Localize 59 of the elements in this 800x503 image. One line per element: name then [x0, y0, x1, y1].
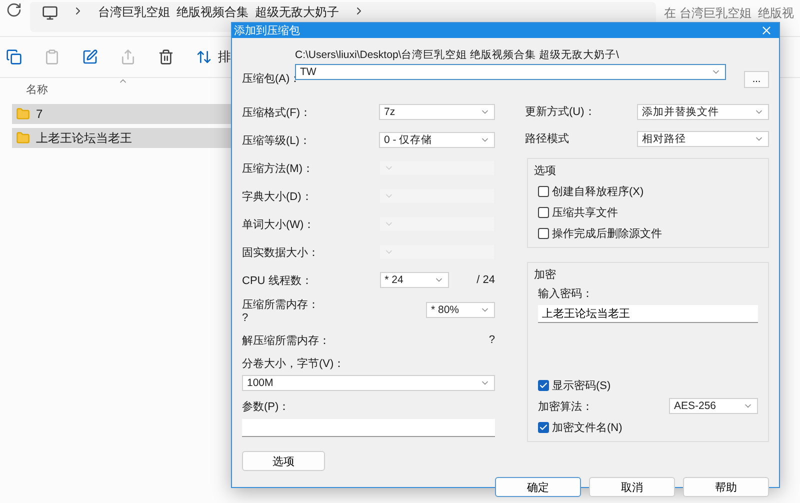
folder-icon — [16, 131, 30, 145]
search-field[interactable]: 在 台湾巨乳空姐 绝版视 — [664, 6, 794, 20]
delete-icon[interactable] — [158, 49, 174, 65]
rename-icon[interactable] — [82, 49, 98, 65]
field-label: 压缩格式(F)： — [242, 106, 312, 120]
column-header[interactable]: 名称 — [26, 82, 48, 96]
memory-value: ? — [488, 334, 495, 346]
parameters-field[interactable] — [242, 419, 495, 437]
dialog-button[interactable]: 确定 — [495, 477, 581, 497]
checkbox[interactable]: 显示密码(S) — [538, 377, 758, 393]
field-label: 字典大小(D)： — [242, 190, 312, 204]
checkbox[interactable]: 操作完成后删除源文件 — [538, 225, 758, 241]
field-label: 压缩方法(M)： — [242, 162, 314, 176]
folder-icon — [16, 107, 30, 121]
sort-icon[interactable] — [196, 49, 212, 65]
field-label: 加密算法： — [538, 400, 593, 414]
address-path: 台湾巨乳空姐 绝版视频合集 超级无敌大奶子 — [98, 5, 340, 19]
browse-button[interactable]: ... — [744, 71, 769, 88]
thread-count: / 24 — [476, 274, 495, 286]
dropdown[interactable]: * 24 — [380, 272, 449, 288]
field-label: 分卷大小，字节(V)： — [242, 356, 346, 371]
group-title: 加密 — [534, 268, 557, 282]
group-title: 选项 — [534, 164, 557, 178]
dialog-button[interactable]: 帮助 — [683, 477, 769, 497]
dropdown[interactable]: * 80% — [426, 302, 495, 318]
field-label: 解压缩所需内存： — [242, 334, 330, 348]
field-label: 路径模式 — [524, 132, 569, 146]
check-icon — [538, 422, 548, 432]
close-icon[interactable] — [760, 24, 773, 37]
copy-icon[interactable] — [6, 49, 22, 65]
password-field[interactable]: 上老王论坛当老王 — [538, 305, 758, 323]
field-label: 压缩等级(L)： — [242, 134, 310, 148]
field-label: CPU 线程数： — [242, 274, 312, 288]
sort-label[interactable]: 排 — [218, 48, 231, 66]
check-icon — [538, 380, 548, 390]
memory-value: ? — [242, 312, 250, 324]
monitor-icon — [42, 5, 58, 21]
field-label: 输入密码： — [538, 286, 594, 301]
options-button[interactable]: 选项 — [242, 451, 325, 471]
archive-path: C:\Users\liuxi\Desktop\台湾巨乳空姐 绝版视频合集 超级无敌大奶子\ — [295, 48, 620, 62]
dialog-button[interactable]: 取消 — [589, 477, 675, 497]
volume-size-dropdown[interactable]: 100M — [242, 375, 495, 391]
checkbox[interactable]: 加密文件名(N) — [538, 419, 758, 435]
dropdown[interactable]: 相对路径 — [637, 130, 769, 146]
share-icon[interactable] — [120, 49, 136, 65]
archive-name-field[interactable]: TW — [295, 64, 726, 80]
paste-icon[interactable] — [44, 49, 60, 65]
field-label: 更新方式(U)： — [524, 104, 596, 119]
dropdown[interactable]: 添加并替换文件 — [637, 104, 769, 120]
checkbox[interactable]: 压缩共享文件 — [538, 204, 758, 220]
field-label: 固实数据大小： — [242, 246, 319, 260]
dropdown[interactable]: AES-256 — [669, 398, 758, 414]
field-label: 参数(P)： — [242, 400, 291, 414]
field-label: 压缩所需内存： — [242, 298, 319, 312]
field-label: 单词大小(W)： — [242, 218, 315, 232]
checkbox[interactable]: 创建自释放程序(X) — [538, 183, 758, 199]
refresh-icon[interactable] — [6, 2, 22, 18]
dropdown[interactable]: 7z — [378, 104, 495, 120]
dropdown[interactable]: 0 - 仅存储 — [378, 132, 495, 148]
